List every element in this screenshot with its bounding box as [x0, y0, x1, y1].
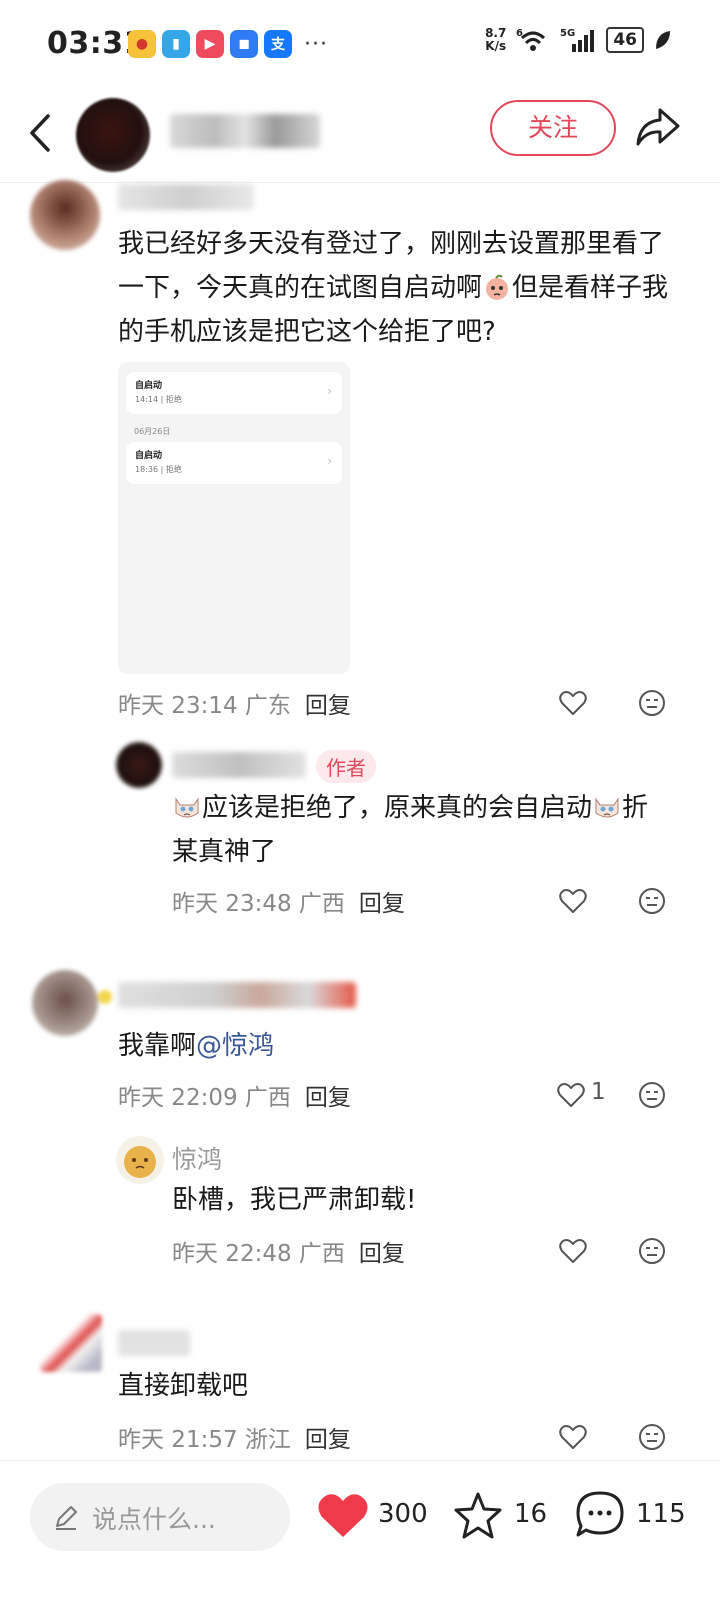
dislike-face-icon[interactable] [637, 886, 667, 916]
mention-link[interactable]: @惊鸿 [196, 1031, 274, 1061]
comment-bubble-icon[interactable] [574, 1489, 626, 1541]
like-filled-heart-icon[interactable] [316, 1491, 370, 1541]
attached-screenshot[interactable]: 自启动 14:14 | 拒绝 › 06月26日 自启动 18:36 | 拒绝 › [118, 362, 350, 674]
like-heart-icon[interactable] [556, 1080, 586, 1110]
comment-text: 我靠啊@惊鸿 [118, 1031, 275, 1061]
reply-button[interactable]: 回复 [359, 1241, 405, 1267]
net-speed: 8.7 K/s [485, 26, 507, 53]
commenter-avatar[interactable] [40, 1314, 102, 1372]
screenshot-item-1: 自启动 14:14 | 拒绝 › [126, 372, 342, 414]
reply-button[interactable]: 回复 [305, 693, 351, 719]
reply-button[interactable]: 回复 [305, 1085, 351, 1111]
leaf-icon [656, 31, 670, 49]
star-icon[interactable] [452, 1491, 504, 1541]
dislike-face-icon[interactable] [637, 1080, 667, 1110]
reader-app-icon: ▮ [162, 30, 190, 58]
author-tag-badge: 作者 [316, 750, 376, 783]
sweat-peach-emoji-icon [486, 274, 509, 300]
app-market-icon: ◼ [230, 30, 258, 58]
weibo-app-icon: ● [128, 30, 156, 58]
wifi-icon: 6 [516, 28, 546, 51]
status-bar: 03:31 ● ▮ ▶ ◼ 支 ··· 8.7 K/s 6 5G 46 [0, 0, 720, 88]
comment-meta: 昨天 22:09 广西 回复 [118, 1085, 351, 1111]
crying-cat-emoji-icon [175, 797, 199, 818]
reply-text: 卧槽，我已严肃卸载! [172, 1185, 417, 1215]
alipay-app-icon: 支 [264, 30, 292, 58]
reply-meta: 昨天 23:48 广西 回复 [172, 891, 405, 917]
like-heart-icon[interactable] [558, 886, 588, 916]
comment-text: 直接卸载吧 [118, 1371, 249, 1401]
like-count: 1 [591, 1079, 606, 1105]
commenter-name-redacted[interactable] [118, 184, 254, 210]
like-heart-icon[interactable] [558, 1422, 588, 1452]
comment-input-placeholder: 说点什么... [92, 1505, 216, 1534]
commenter-avatar[interactable] [32, 970, 98, 1036]
dislike-face-icon[interactable] [637, 1422, 667, 1452]
commenter-name-redacted[interactable] [118, 1330, 190, 1356]
dislike-face-icon[interactable] [637, 688, 667, 718]
screenshot-item-2: 自启动 18:36 | 拒绝 › [126, 442, 342, 484]
bottom-action-bar: 说点什么... 300 16 115 [0, 1460, 720, 1599]
reply-author-name[interactable]: 惊鸿 [172, 1140, 222, 1176]
screenshot-date: 06月26日 [134, 427, 171, 436]
reply-button[interactable]: 回复 [359, 891, 405, 917]
pen-icon [56, 1506, 77, 1530]
comment-meta: 昨天 23:14 广东 回复 [118, 693, 351, 719]
top-bar: 关注 [0, 88, 720, 183]
reply-text: 应该是拒绝了，原来真的会自启动 折某真神了 [172, 793, 649, 867]
commenter-name-redacted[interactable] [118, 982, 356, 1008]
notification-icons: ● ▮ ▶ ◼ 支 ··· [128, 30, 328, 58]
more-notifications-icon: ··· [304, 31, 328, 57]
author-name-redacted[interactable] [170, 114, 320, 148]
battery-indicator: 46 [606, 27, 644, 53]
cellular-signal-icon: 5G [560, 28, 595, 52]
reply-author-avatar[interactable] [116, 1136, 164, 1184]
share-icon[interactable] [634, 102, 682, 150]
post-comment-count: 115 [636, 1499, 686, 1529]
comment-meta: 昨天 21:57 浙江 回复 [118, 1427, 351, 1453]
comment-input[interactable]: 说点什么... [30, 1483, 290, 1551]
status-right: 8.7 K/s 6 5G 46 [485, 26, 672, 54]
svg-text:5G: 5G [560, 28, 575, 39]
follow-button[interactable]: 关注 [490, 100, 616, 156]
reply-button[interactable]: 回复 [305, 1427, 351, 1453]
post-favorite-count: 16 [514, 1499, 548, 1529]
dislike-face-icon[interactable] [637, 1236, 667, 1266]
reply-meta: 昨天 22:48 广西 回复 [172, 1241, 405, 1267]
post-like-count: 300 [378, 1499, 428, 1529]
like-heart-icon[interactable] [558, 688, 588, 718]
author-avatar[interactable] [76, 98, 150, 172]
reply-author-name-redacted[interactable] [172, 752, 306, 778]
reply-author-avatar[interactable] [116, 742, 162, 788]
commenter-avatar[interactable] [30, 180, 100, 250]
back-button[interactable] [22, 108, 62, 158]
comment-text: 我已经好多天没有登过了，刚刚去设置那里看了一下，今天真的在试图自启动啊 但是看样子… [118, 229, 669, 347]
video-app-icon: ▶ [196, 30, 224, 58]
like-heart-icon[interactable] [558, 1236, 588, 1266]
crying-cat-emoji-icon [595, 797, 619, 818]
